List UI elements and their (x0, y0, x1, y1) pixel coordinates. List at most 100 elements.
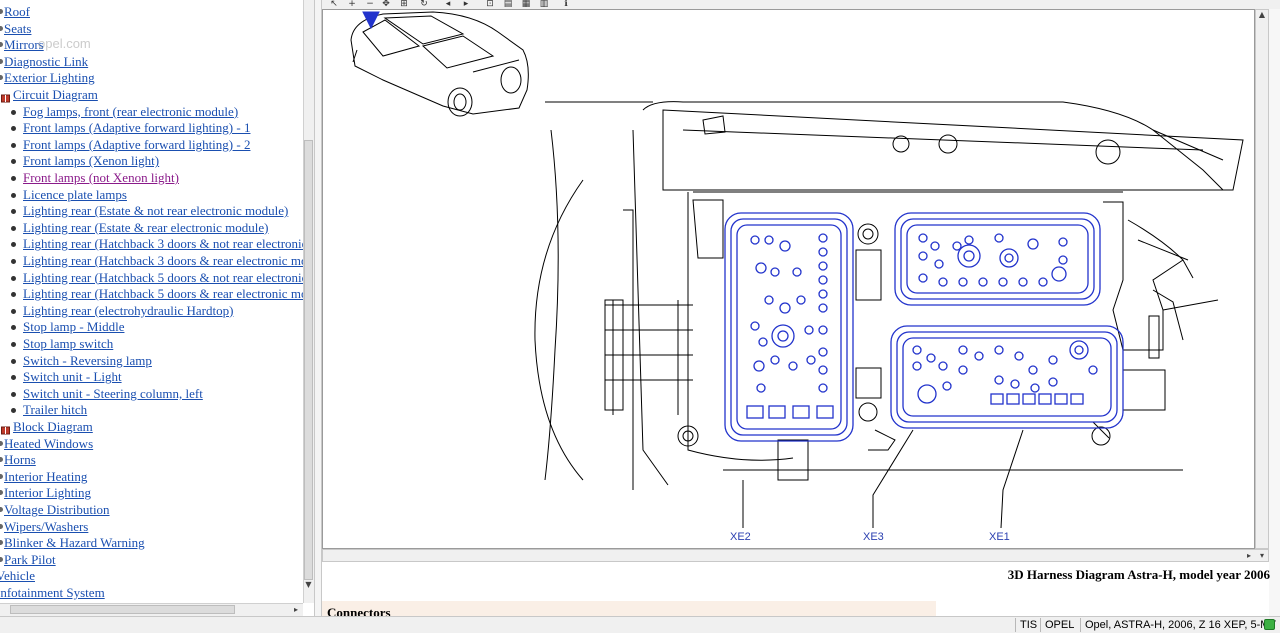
pan-icon[interactable]: ✥ (380, 0, 392, 9)
tree-item[interactable]: Blinker & Hazard Warning (4, 535, 145, 551)
tree-node-marker-icon (0, 58, 3, 64)
tree-item[interactable]: Fog lamps, front (rear electronic module… (23, 104, 238, 120)
harness-diagram (350, 11, 1244, 529)
tree-item[interactable]: Switch unit - Light (23, 369, 122, 385)
tree-node-marker-icon (0, 556, 3, 562)
tree-bullet-icon (11, 325, 16, 331)
callout-xe3[interactable]: XE3 (863, 531, 884, 543)
tree-item[interactable]: Wipers/Washers (4, 519, 88, 535)
tree-node-marker-icon (0, 25, 3, 31)
tree-bullet-icon (11, 375, 16, 381)
viewer-scroll-corner-icon[interactable]: ▾ (1256, 549, 1268, 562)
connectors-header-bar (322, 601, 936, 616)
tree-bullet-icon (11, 109, 16, 115)
tree-item[interactable]: Front lamps (not Xenon light) (23, 170, 179, 186)
tree-bullet-icon (11, 142, 16, 148)
tree-item[interactable]: Park Pilot (4, 552, 56, 568)
tree-item[interactable]: Interior Lighting (4, 485, 91, 501)
tree-item[interactable]: Front lamps (Xenon light) (23, 153, 159, 169)
tree-item[interactable]: Exterior Lighting (4, 70, 95, 86)
tree-node-marker-icon (0, 523, 3, 529)
pointer-icon[interactable]: ↖ (328, 0, 340, 9)
tree-item[interactable]: Front lamps (Adaptive forward lighting) … (23, 137, 250, 153)
tree-item[interactable]: Switch unit - Steering column, left (23, 386, 203, 402)
tree-item[interactable]: Circuit Diagram (13, 87, 98, 103)
tree-item[interactable]: Block Diagram (13, 419, 93, 435)
callout-xe2[interactable]: XE2 (730, 531, 751, 543)
tree-bullet-icon (11, 159, 16, 165)
rotate-icon[interactable]: ↻ (418, 0, 430, 9)
tree-bullet-icon (11, 259, 16, 264)
open-book-icon[interactable] (1, 90, 10, 103)
tree-bullet-icon (11, 292, 16, 298)
navigation-tree: Roof Seats Mirrors Diagnostic Link Exterior … (0, 0, 303, 603)
chart-icon[interactable]: ▥ (538, 0, 550, 9)
fit-icon[interactable]: ⊡ (484, 0, 496, 9)
tree-bullet-icon (11, 242, 16, 248)
tree-item[interactable]: Seats (4, 21, 31, 37)
connection-status-icon (1264, 619, 1275, 630)
tree-item[interactable]: Stop lamp switch (23, 336, 113, 352)
status-vehicle: Opel, ASTRA-H, 2006, Z 16 XEP, 5-MT (1080, 618, 1276, 632)
tree-bullet-icon (11, 275, 16, 281)
fuse-box-group (724, 212, 1124, 442)
tree-node-marker-icon (0, 457, 3, 463)
page-vertical-scrollbar[interactable] (1269, 9, 1280, 616)
tree-item[interactable]: Switch - Reversing lamp (23, 353, 152, 369)
tree-item[interactable]: Lighting rear (Hatchback 3 doors & not r… (23, 236, 303, 252)
tree-bullet-icon (11, 342, 16, 347)
car-thumbnail-icon (350, 11, 529, 117)
print-icon[interactable]: ▤ (502, 0, 514, 9)
tree-item[interactable]: Heated Windows (4, 436, 93, 452)
tree-item[interactable]: Lighting rear (Hatchback 5 doors & not r… (23, 270, 303, 286)
zoom-window-icon[interactable]: ⊞ (398, 0, 410, 9)
move-left-icon[interactable]: ◂ (442, 0, 454, 9)
status-bar: TIS OPEL Opel, ASTRA-H, 2006, Z 16 XEP, … (0, 616, 1280, 633)
tree-node-marker-icon (0, 507, 3, 512)
tree-horizontal-scroll-thumb[interactable] (10, 605, 235, 614)
callout-xe1[interactable]: XE1 (989, 531, 1010, 543)
viewer-horizontal-scrollbar[interactable] (322, 549, 1269, 562)
tree-item[interactable]: Trailer hitch (23, 402, 87, 418)
tree-item[interactable]: Lighting rear (electrohydraulic Hardtop) (23, 303, 233, 319)
watermark: opel.com (38, 36, 91, 51)
tree-scroll-down-icon[interactable]: ▼ (303, 580, 314, 592)
tree-item[interactable]: Lighting rear (Hatchback 3 doors & rear … (23, 253, 303, 269)
tree-bullet-icon (11, 209, 16, 215)
info-icon[interactable]: ℹ (560, 0, 572, 9)
tree-item[interactable]: Interior Heating (4, 469, 87, 485)
tree-scroll-right-icon[interactable]: ▸ (290, 603, 302, 616)
zoom-in-icon[interactable]: + (346, 0, 358, 9)
move-right-icon[interactable]: ▸ (460, 0, 472, 9)
tree-bullet-icon (11, 225, 16, 231)
viewer-scroll-up-icon[interactable]: ▲ (1256, 10, 1268, 22)
tree-item[interactable]: Vehicle (0, 568, 35, 584)
tree-bullet-icon (11, 408, 16, 414)
tree-item[interactable]: Front lamps (Adaptive forward lighting) … (23, 120, 250, 136)
layers-icon[interactable]: ▦ (520, 0, 532, 9)
tree-item[interactable]: Infotainment System (0, 585, 105, 601)
tree-bullet-icon (11, 391, 16, 397)
pane-splitter[interactable] (314, 0, 322, 616)
tree-node-marker-icon (0, 9, 3, 14)
tree-node-marker-icon (0, 540, 3, 546)
tree-item[interactable]: Lighting rear (Hatchback 5 doors & rear … (23, 286, 303, 302)
tree-item[interactable]: Roof (4, 4, 30, 20)
tree-vertical-scroll-thumb[interactable] (304, 140, 313, 580)
tree-item[interactable]: Diagnostic Link (4, 54, 88, 70)
tree-item[interactable]: Horns (4, 452, 36, 468)
tree-node-marker-icon (0, 473, 3, 479)
zoom-out-icon[interactable]: − (364, 0, 376, 9)
viewer-vertical-scrollbar[interactable] (1255, 9, 1269, 549)
book-icon[interactable] (1, 422, 10, 435)
tree-item[interactable]: Voltage Distribution (4, 502, 110, 518)
tree-item[interactable]: Lighting rear (Estate & rear electronic … (23, 220, 268, 236)
tree-item[interactable]: Licence plate lamps (23, 187, 127, 203)
tree-bullet-icon (11, 358, 16, 364)
diagram-caption: 3D Harness Diagram Astra-H, model year 2… (1007, 567, 1270, 582)
viewer-scroll-right-icon[interactable]: ▸ (1243, 549, 1255, 562)
tree-item[interactable]: Stop lamp - Middle (23, 319, 124, 335)
tree-item[interactable]: Lighting rear (Estate & not rear electro… (23, 203, 288, 219)
diagram-viewer[interactable] (322, 9, 1255, 549)
tree-node-marker-icon (0, 490, 3, 496)
